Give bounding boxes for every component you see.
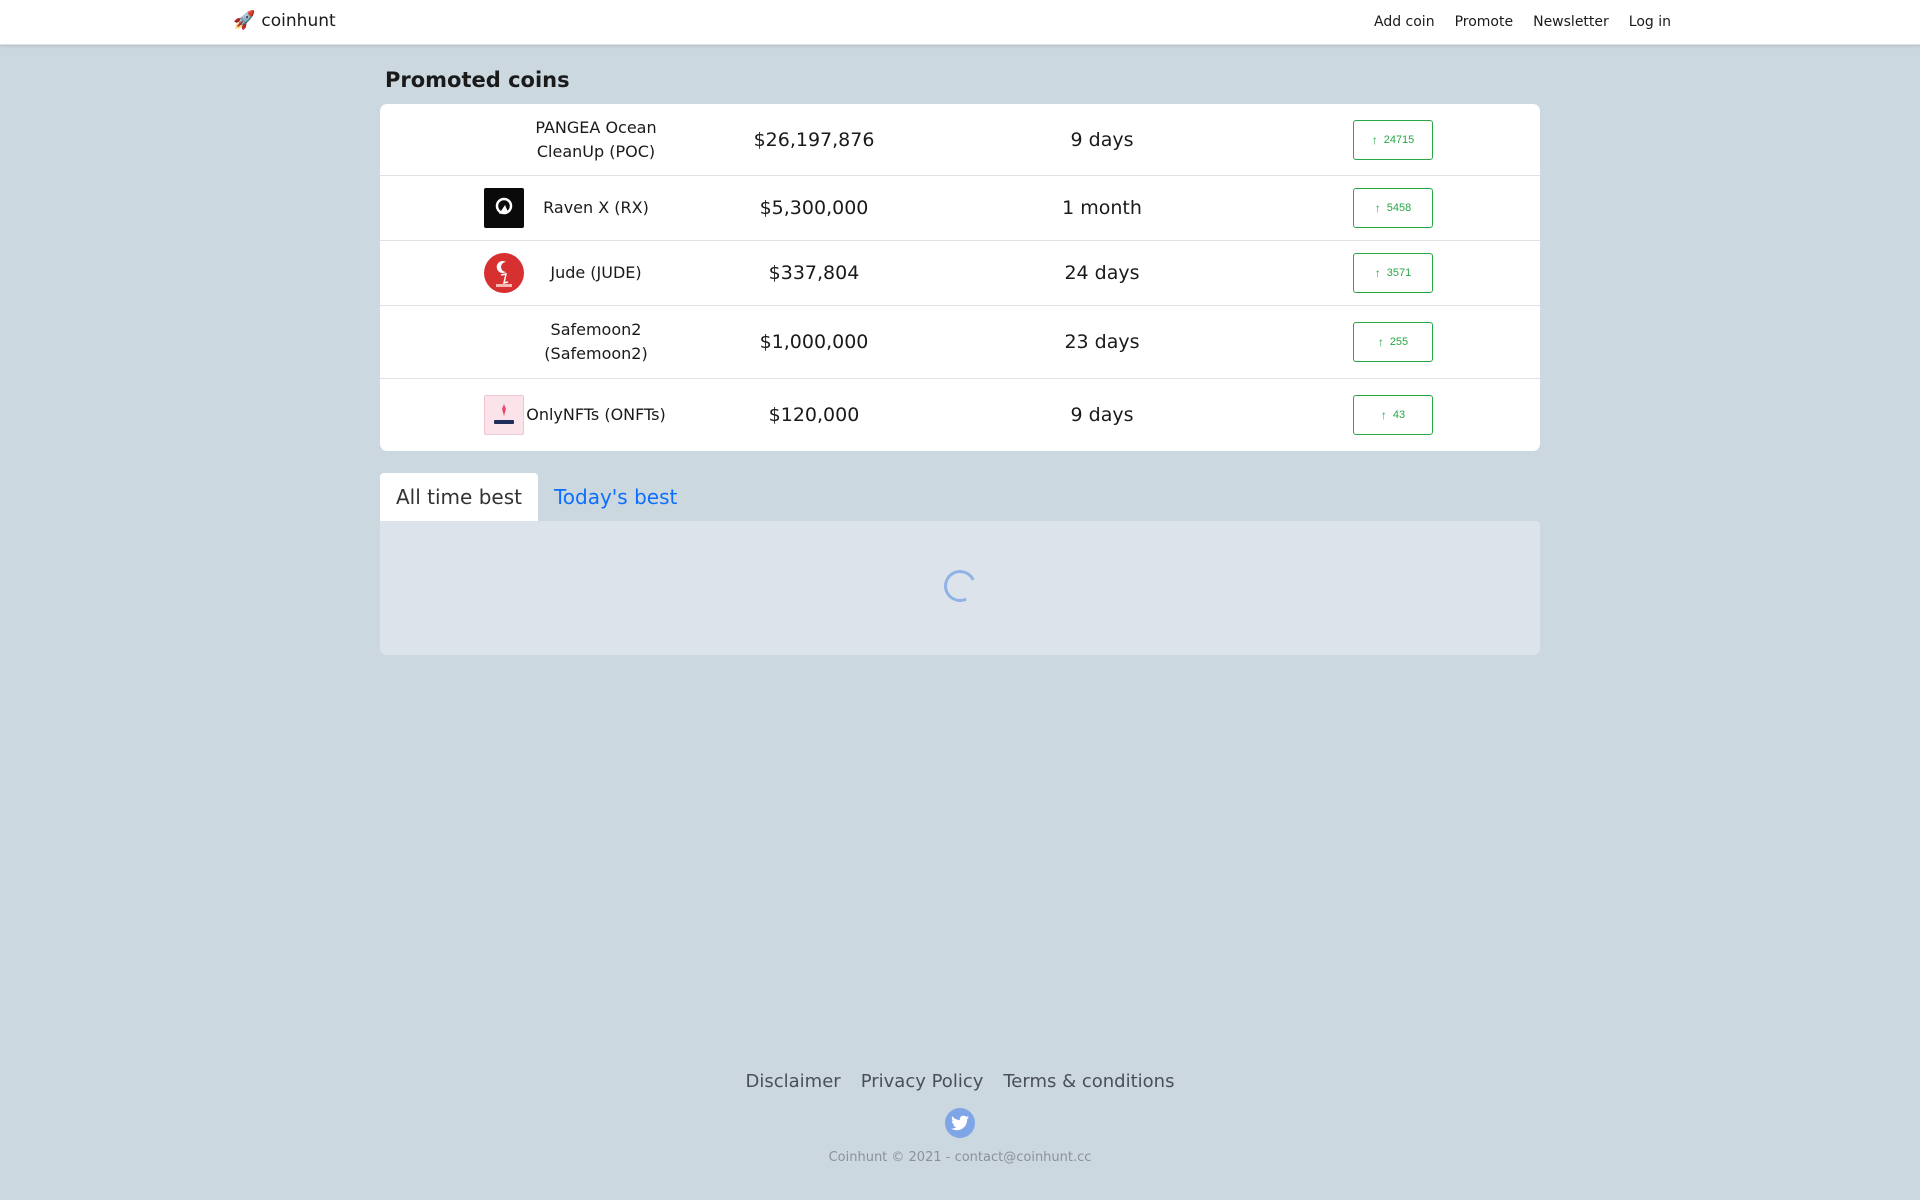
- top-navbar: 🚀 coinhunt Add coin Promote Newsletter L…: [0, 0, 1920, 45]
- copyright-text: Coinhunt © 2021 - contact@coinhunt.cc: [828, 1150, 1092, 1165]
- rocket-icon: 🚀: [233, 10, 256, 31]
- upvote-button[interactable]: ↑ 43: [1353, 395, 1433, 435]
- upvote-button[interactable]: ↑ 3571: [1353, 253, 1433, 293]
- coin-name: OnlyNFTs (ONFTs): [526, 405, 666, 424]
- coin-market-cap: $5,300,000: [759, 197, 869, 219]
- coin-row[interactable]: PANGEA Ocean CleanUp (POC) $26,197,876 9…: [380, 104, 1540, 176]
- coin-name: Raven X (RX): [543, 198, 649, 217]
- coin-market-cap: $120,000: [768, 404, 860, 426]
- coin-name: Jude (JUDE): [550, 263, 642, 282]
- ranking-tabs: All time best Today's best: [380, 473, 693, 521]
- footer-link-terms[interactable]: Terms & conditions: [1003, 1071, 1174, 1092]
- coin-row[interactable]: OnlyNFTs (ONFTs) $120,000 9 days ↑ 43: [380, 379, 1540, 451]
- tab-all-time-best[interactable]: All time best: [380, 473, 538, 521]
- arrow-up-icon: ↑: [1377, 335, 1384, 349]
- nav-promote[interactable]: Promote: [1455, 14, 1514, 30]
- coin-row[interactable]: Raven X (RX) $5,300,000 1 month ↑ 5458: [380, 176, 1540, 241]
- promoted-coins-title: Promoted coins: [385, 68, 570, 92]
- twitter-icon[interactable]: [945, 1108, 975, 1138]
- brand-name: coinhunt: [261, 11, 336, 31]
- coin-market-cap: $337,804: [768, 262, 860, 284]
- footer-links: Disclaimer Privacy Policy Terms & condit…: [0, 1071, 1920, 1092]
- nav-links: Add coin Promote Newsletter Log in: [1374, 14, 1671, 30]
- nav-log-in[interactable]: Log in: [1629, 14, 1671, 30]
- coin-name: PANGEA Ocean CleanUp (POC): [535, 117, 657, 161]
- vote-count: 43: [1392, 409, 1406, 421]
- coin-row[interactable]: Jude (JUDE) $337,804 24 days ↑ 3571: [380, 241, 1540, 306]
- nav-newsletter[interactable]: Newsletter: [1533, 14, 1609, 30]
- coin-age: 23 days: [1064, 331, 1140, 353]
- vote-count: 5458: [1386, 202, 1412, 214]
- arrow-up-icon: ↑: [1374, 201, 1381, 215]
- coin-row[interactable]: Safemoon2 (Safemoon2) $1,000,000 23 days…: [380, 306, 1540, 379]
- vote-count: 24715: [1383, 133, 1415, 146]
- vote-count: 255: [1389, 336, 1409, 348]
- jude-logo: [484, 253, 524, 293]
- nav-add-coin[interactable]: Add coin: [1374, 14, 1435, 30]
- tab-todays-best[interactable]: Today's best: [538, 473, 693, 521]
- upvote-button[interactable]: ↑ 255: [1353, 322, 1433, 362]
- upvote-button[interactable]: ↑ 24715: [1353, 119, 1433, 160]
- coin-age: 9 days: [1070, 128, 1134, 151]
- upvote-button[interactable]: ↑ 5458: [1353, 188, 1433, 228]
- coin-name: Safemoon2 (Safemoon2): [544, 320, 648, 363]
- coin-age: 24 days: [1064, 262, 1140, 284]
- arrow-up-icon: ↑: [1380, 408, 1387, 422]
- footer-link-privacy-policy[interactable]: Privacy Policy: [861, 1071, 984, 1092]
- coin-age: 1 month: [1062, 197, 1142, 219]
- arrow-up-icon: ↑: [1371, 132, 1378, 147]
- coin-market-cap: $1,000,000: [759, 331, 869, 353]
- coin-market-cap: $26,197,876: [753, 128, 875, 151]
- brand-link[interactable]: 🚀 coinhunt: [233, 10, 336, 32]
- arrow-up-icon: ↑: [1374, 266, 1381, 280]
- onlynfts-logo: [484, 395, 524, 435]
- raven-x-logo: [484, 188, 524, 228]
- footer-link-disclaimer[interactable]: Disclaimer: [746, 1071, 841, 1092]
- vote-count: 3571: [1386, 267, 1412, 279]
- coin-age: 9 days: [1070, 404, 1134, 426]
- promoted-coins-table: PANGEA Ocean CleanUp (POC) $26,197,876 9…: [380, 104, 1540, 451]
